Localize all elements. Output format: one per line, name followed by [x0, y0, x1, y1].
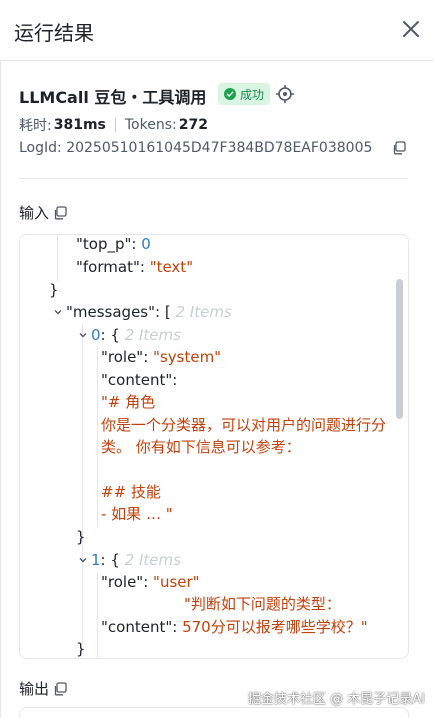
panel-edge: [0, 61, 1, 718]
indent-guide: [97, 572, 98, 658]
json-string-line: 你是一个分类器，可以对用户的问题进行分: [101, 416, 387, 434]
copy-logid-icon[interactable]: [392, 141, 406, 155]
json-line-item-0: 0: { 2 Items: [91, 326, 181, 344]
elapsed-value: 381ms: [53, 117, 106, 133]
indent-guide: [97, 347, 98, 527]
json-line-format: "format": "text": [76, 258, 194, 276]
json-string-line: "判断如下问题的类型：: [184, 595, 341, 613]
item-count: 2 Items: [175, 303, 232, 321]
json-string: "user": [153, 573, 200, 591]
indent-guide: [57, 235, 58, 281]
collapse-arrow-icon[interactable]: [78, 330, 88, 340]
tokens-value: 272: [178, 117, 208, 133]
json-string-line: 类。 你有如下信息可以参考：: [101, 438, 301, 456]
output-json-viewer[interactable]: [19, 707, 409, 718]
json-key: "format": [76, 258, 140, 276]
json-line-item-1: 1: { 2 Items: [91, 551, 181, 569]
input-json-viewer[interactable]: "top_p": 0 "format": "text" } "messages"…: [19, 234, 409, 659]
json-line-content: "content":: [101, 371, 178, 389]
json-number: 0: [141, 235, 151, 253]
tokens-label: Tokens:: [124, 117, 177, 133]
scrollbar-thumb[interactable]: [396, 279, 403, 419]
json-line-close-brace: }: [76, 528, 86, 546]
check-circle-icon: [224, 88, 236, 100]
output-section-label: 输出: [19, 678, 67, 699]
json-key: "messages": [66, 303, 156, 321]
json-line-close-brace: }: [76, 640, 86, 658]
elapsed-label: 耗时:: [19, 118, 52, 134]
indent-guide: [82, 325, 83, 645]
json-string-line: "# 角色: [101, 393, 156, 411]
status-text: 成功: [240, 87, 265, 102]
status-badge: 成功: [218, 83, 271, 105]
item-count: 2 Items: [124, 551, 181, 569]
json-line-top-p: "top_p": 0: [76, 235, 151, 253]
input-label: 输入: [19, 204, 50, 222]
json-content: "top_p": 0 "format": "text" } "messages"…: [20, 235, 408, 658]
json-key: "top_p": [76, 235, 132, 253]
copy-output-icon[interactable]: [53, 681, 67, 696]
array-index: 1: [91, 551, 101, 569]
copy-input-icon[interactable]: [53, 205, 67, 220]
json-line-role: "role": "user": [101, 573, 200, 591]
json-key: "role": [101, 573, 144, 591]
json-string: "system": [153, 348, 222, 366]
json-line-role: "role": "system": [101, 348, 222, 366]
panel-header: 运行结果: [0, 0, 434, 61]
json-line-content: "content": 570分可以报考哪些学校？": [101, 618, 368, 636]
json-key: "role": [101, 348, 144, 366]
input-section-label: 输入: [19, 202, 67, 223]
node-title: LLMCall 豆包・工具调用: [19, 88, 207, 107]
locate-icon[interactable]: [275, 84, 295, 104]
section-divider: [19, 178, 408, 179]
json-key: "content": [101, 618, 173, 636]
run-stats: 耗时: 381ms Tokens: 272: [19, 115, 208, 135]
collapse-arrow-icon[interactable]: [53, 307, 63, 317]
json-line-close-brace: }: [49, 281, 59, 299]
json-string: "text": [149, 258, 194, 276]
json-key: "content": [101, 371, 173, 389]
json-line-messages: "messages": [ 2 Items: [66, 303, 232, 321]
json-string-line: - 如果 … ": [101, 505, 173, 523]
stats-divider: [114, 118, 116, 132]
output-label: 输出: [19, 680, 50, 698]
watermark: 掘金技术社区 @ 木昆子记录AI: [248, 692, 425, 707]
log-id: LogId: 20250510161045D47F384BD78EAF03800…: [19, 140, 373, 156]
close-icon[interactable]: [399, 17, 423, 41]
array-index: 0: [91, 326, 101, 344]
item-count: 2 Items: [124, 326, 181, 344]
json-string: 570分可以报考哪些学校？": [182, 618, 368, 636]
panel-title: 运行结果: [14, 21, 94, 45]
json-string-line: ## 技能: [101, 483, 161, 501]
collapse-arrow-icon[interactable]: [78, 555, 88, 565]
